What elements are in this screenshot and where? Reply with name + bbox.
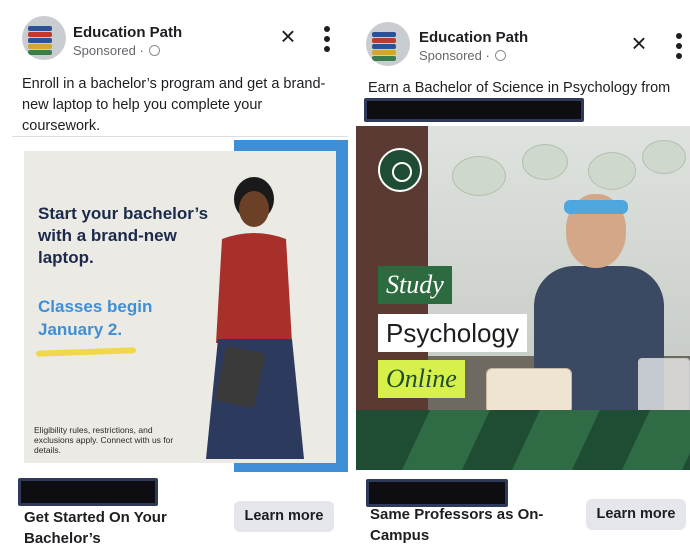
redacted-block: [364, 98, 584, 122]
cta-title: Same Professors as On-Campus: [370, 506, 544, 544]
book-stripe: [372, 38, 396, 43]
book-stripe: [28, 32, 52, 37]
cta-title: Get Started On Your Bachelor’s: [24, 509, 167, 547]
sponsored-post-right: Education Path Sponsored · × Earn a Bach…: [356, 0, 690, 554]
sponsored-text: Sponsored ·: [419, 48, 490, 63]
book-stripe: [28, 26, 52, 31]
book-stripe: [372, 56, 396, 61]
dot: [676, 33, 682, 39]
post-body-text: Enroll in a bachelor’s program and get a…: [22, 76, 326, 134]
sponsored-post-left: Education Path Sponsored · × Enroll in a…: [12, 0, 348, 554]
close-icon[interactable]: ×: [627, 30, 651, 56]
ad-creative-image[interactable]: Start your bachelor’s with a brand-new l…: [12, 136, 348, 474]
sponsored-label: Sponsored ·: [419, 48, 507, 63]
more-options-icon[interactable]: [322, 26, 332, 52]
redacted-block: [18, 478, 158, 506]
university-logo: [378, 148, 422, 192]
creative-fine-print: Eligibility rules, restrictions, and exc…: [34, 425, 174, 455]
learn-more-button[interactable]: Learn more: [586, 499, 686, 530]
sponsored-text: Sponsored ·: [73, 43, 144, 58]
page-name-link[interactable]: Education Path: [419, 29, 528, 46]
dot: [324, 46, 330, 52]
brain-chart: [642, 140, 686, 174]
post-header: Education Path Sponsored · ×: [12, 0, 348, 70]
creative-tag-online: Online: [378, 360, 465, 398]
beaker: [638, 358, 690, 414]
eeg-headband: [564, 200, 628, 214]
brain-chart: [588, 152, 636, 190]
dot: [676, 43, 682, 49]
face: [239, 191, 269, 227]
blouse: [216, 233, 292, 343]
book-stripe: [372, 32, 396, 37]
dot: [324, 36, 330, 42]
brain-chart: [452, 156, 506, 196]
book-stripe: [28, 38, 52, 43]
book-stripe: [372, 50, 396, 55]
woman-illustration: [206, 177, 304, 459]
book-stripe: [372, 44, 396, 49]
eeg-device: [486, 368, 572, 414]
post-body-text: Earn a Bachelor of Science in Psychology…: [368, 80, 671, 96]
book-stripe: [28, 44, 52, 49]
page-name-link[interactable]: Education Path: [73, 24, 182, 41]
globe-icon: [495, 50, 507, 61]
ad-creative-image[interactable]: Study Psychology Online: [356, 126, 690, 470]
sponsored-label: Sponsored ·: [73, 43, 161, 58]
dot: [676, 53, 682, 59]
creative-subheadline: Classes begin January 2.: [38, 297, 153, 339]
learn-more-button[interactable]: Learn more: [234, 501, 334, 532]
redacted-block: [366, 479, 508, 507]
post-header: Education Path Sponsored · ×: [356, 0, 690, 70]
brain-chart: [522, 144, 568, 180]
creative-tag-study: Study: [378, 266, 452, 304]
book-stripe: [28, 50, 52, 55]
close-icon[interactable]: ×: [276, 23, 300, 49]
page-avatar[interactable]: [22, 16, 66, 60]
creative-tag-psychology: Psychology: [378, 314, 527, 352]
dot: [324, 26, 330, 32]
more-options-icon[interactable]: [674, 33, 684, 59]
globe-icon: [149, 45, 161, 56]
page-avatar[interactable]: [366, 22, 410, 66]
